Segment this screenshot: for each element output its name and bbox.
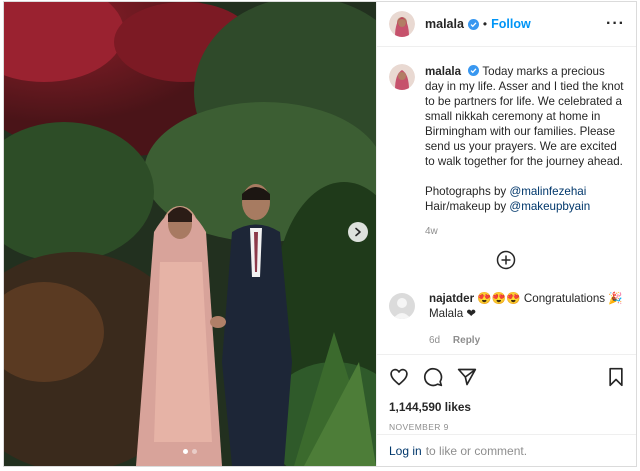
post-caption: malala Today marks a precious day in my … [389,64,625,239]
comment-bubble-icon[interactable] [423,367,443,387]
photo-credit-label: Photographs by [425,185,510,198]
load-more-comments-button[interactable] [496,250,516,275]
verified-badge-icon [468,65,480,76]
profile-picture [389,11,415,37]
post-side-panel: malala • Follow ··· malala Today marks a… [376,2,636,466]
comments-section: malala Today marks a precious day in my … [377,47,636,354]
separator-dot: • [482,17,488,31]
reply-button[interactable]: Reply [453,335,480,346]
carousel-dot-active [183,449,188,454]
author-avatar[interactable] [389,11,415,37]
comment-body: najatder 😍😍😍 Congratulations 🎉 Malala ❤ … [429,291,627,348]
photographer-mention-link[interactable]: @malinfezehai [509,185,586,198]
more-options-icon[interactable]: ··· [606,15,625,33]
carousel-indicator [4,449,376,454]
default-avatar-icon [393,298,411,319]
caption-avatar[interactable] [389,64,415,90]
plus-circle-icon [496,250,516,270]
paper-plane-icon[interactable] [457,367,477,387]
caption-body: malala Today marks a precious day in my … [425,64,625,239]
author-username[interactable]: malala [425,17,464,31]
commenter-username[interactable]: najatder [429,292,474,305]
chevron-right-icon [355,227,361,237]
caption-text: Today marks a precious day in my life. A… [425,65,624,168]
makeup-mention-link[interactable]: @makeupbyain [509,200,590,213]
makeup-credit-label: Hair/makeup by [425,200,510,213]
comment-item: najatder 😍😍😍 Congratulations 🎉 Malala ❤ … [389,291,627,348]
instagram-post: malala • Follow ··· malala Today marks a… [3,1,637,467]
login-prompt-text: to like or comment. [425,443,528,458]
heart-icon[interactable] [389,367,409,387]
commenter-avatar[interactable] [389,293,415,319]
next-photo-button[interactable] [348,222,368,242]
bookmark-icon[interactable] [607,367,625,387]
post-photo[interactable] [4,2,376,466]
caption-timestamp: 4w [425,226,438,237]
action-icons-row [389,355,625,399]
profile-picture [389,64,415,90]
wedding-photo-image [4,2,376,466]
likes-count[interactable]: 1,144,590 likes [389,400,625,414]
carousel-dot [192,449,197,454]
login-prompt: Log in to like or comment. [377,434,636,466]
post-actions: 1,144,590 likes NOVEMBER 9 [377,354,636,434]
post-date: NOVEMBER 9 [389,422,449,432]
login-link[interactable]: Log in [389,444,422,458]
verified-badge-icon [467,18,479,30]
caption-username[interactable]: malala [425,65,461,78]
comment-timestamp: 6d [429,335,441,346]
post-header: malala • Follow ··· [377,2,636,47]
follow-button[interactable]: Follow [491,17,531,31]
